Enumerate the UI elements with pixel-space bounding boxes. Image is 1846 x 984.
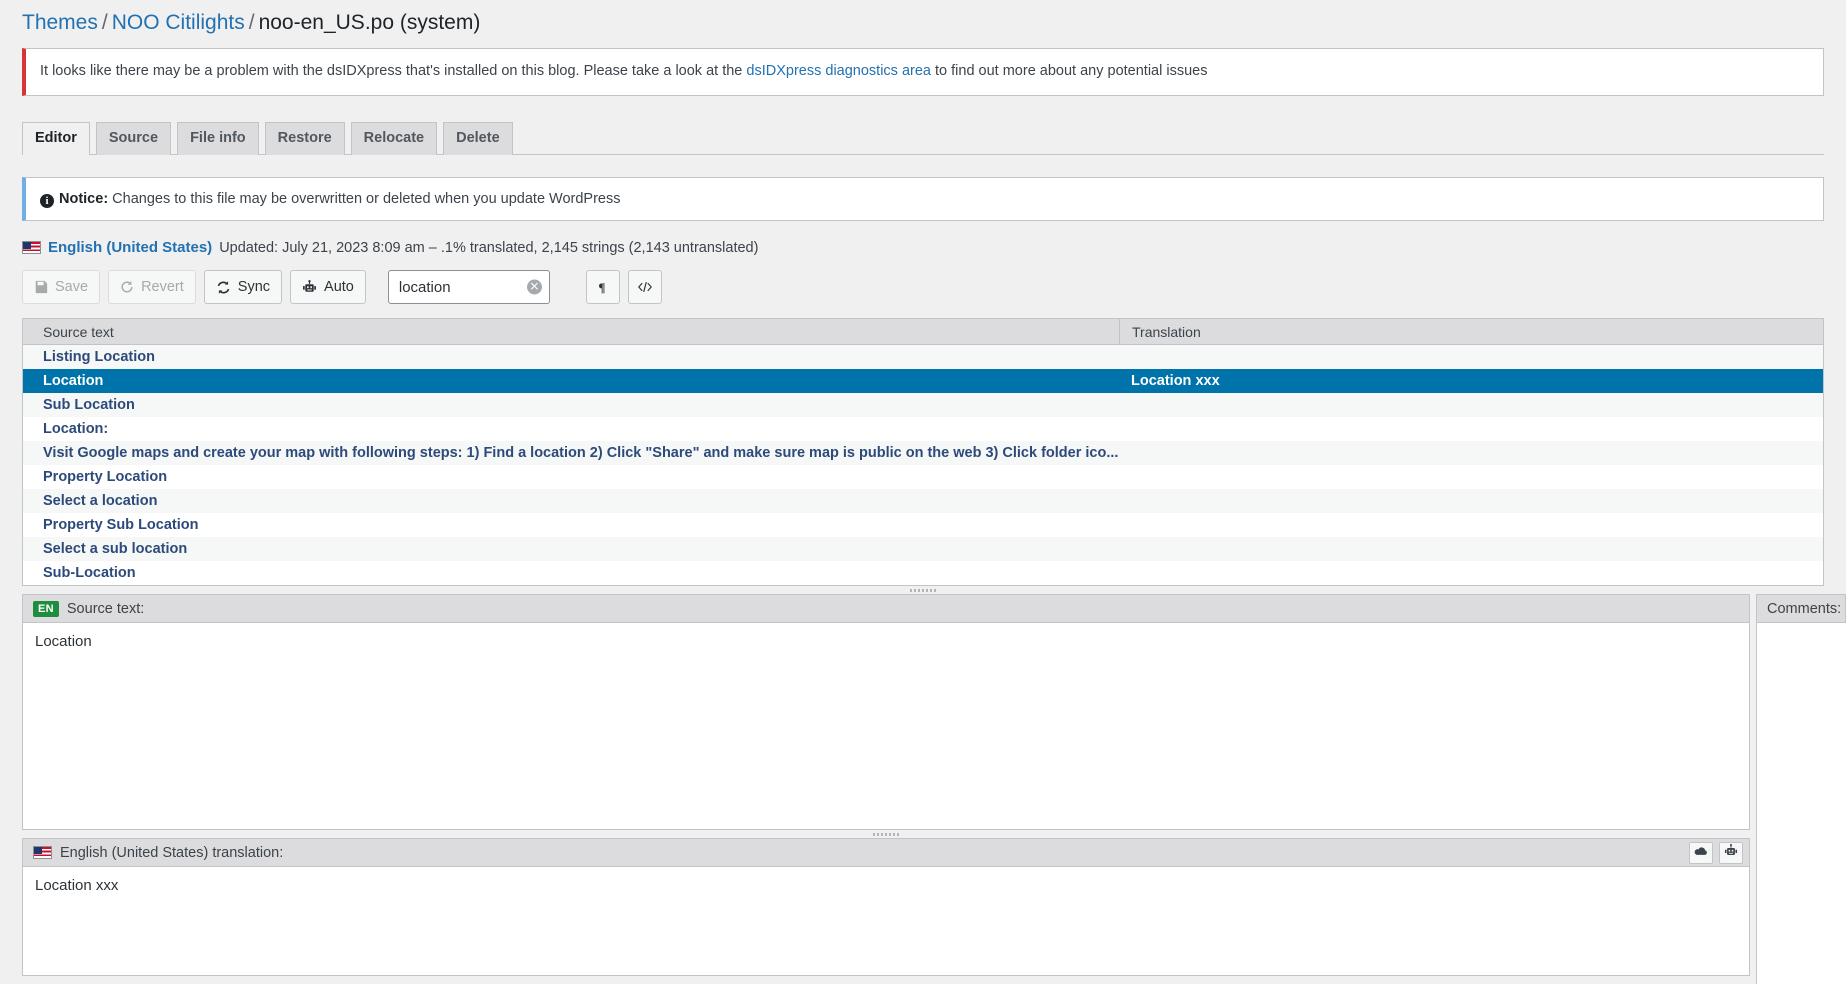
sync-button[interactable]: Sync: [203, 270, 283, 305]
search-input[interactable]: [387, 270, 550, 305]
editor-panels: EN Source text: Location English (United…: [22, 594, 1846, 984]
row-source-text: Visit Google maps and create your map wi…: [43, 445, 1119, 462]
source-translation-splitter[interactable]: [22, 830, 1750, 839]
pilcrow-icon: ¶: [596, 280, 610, 295]
strings-table: Source text Translation Listing Location…: [22, 318, 1824, 587]
tab-delete[interactable]: Delete: [443, 122, 513, 155]
table-row[interactable]: Location:: [23, 417, 1823, 442]
tab-bar: Editor Source File info Restore Relocate…: [22, 122, 1824, 155]
us-flag-icon: [22, 241, 41, 255]
source-language-badge: EN: [33, 600, 59, 617]
row-source-text: Property Sub Location: [43, 517, 199, 534]
table-row[interactable]: Property Location: [23, 465, 1823, 490]
tab-source[interactable]: Source: [95, 122, 172, 155]
robot-icon: [302, 279, 317, 295]
breadcrumb-link-themes[interactable]: Themes: [22, 11, 98, 34]
table-row[interactable]: Select a location: [23, 489, 1823, 514]
splitter-grip: [910, 588, 936, 592]
source-text-area[interactable]: Location: [22, 622, 1750, 831]
auto-translate-button[interactable]: Auto: [290, 270, 366, 305]
view-code-button[interactable]: [627, 270, 662, 305]
table-row[interactable]: Sub Location: [23, 393, 1823, 418]
row-translation-text: Location xxx: [1131, 373, 1220, 390]
breadcrumb: Themes / NOO Citilights / noo-en_US.po (syst…: [0, 0, 1846, 48]
breadcrumb-separator-2: /: [248, 11, 255, 34]
translation-panel-header: English (United States) translation:: [22, 838, 1750, 867]
breadcrumb-current-file: noo-en_US.po (system): [258, 11, 481, 34]
editor-left-column: EN Source text: Location English (United…: [22, 594, 1750, 984]
revert-button[interactable]: Revert: [108, 270, 196, 305]
cloud-icon: [1694, 845, 1708, 861]
tab-file-info[interactable]: File info: [177, 122, 259, 155]
table-body: Listing Location Location Location xxx S…: [23, 345, 1823, 586]
tab-relocate[interactable]: Relocate: [350, 122, 438, 155]
comments-column: Comments:: [1750, 594, 1846, 984]
row-source-text: Sub Location: [43, 397, 135, 414]
auto-translate-row-button[interactable]: [1719, 841, 1743, 864]
table-row[interactable]: Visit Google maps and create your map wi…: [23, 441, 1823, 466]
table-row[interactable]: Listing Location: [23, 345, 1823, 370]
show-invisibles-button[interactable]: ¶: [585, 270, 620, 305]
row-source-text: Select a location: [43, 493, 158, 510]
source-panel-header: EN Source text:: [22, 594, 1750, 623]
table-row[interactable]: Property Sub Location: [23, 513, 1823, 538]
row-source-text: Listing Location: [43, 349, 155, 366]
language-name-link[interactable]: English (United States): [48, 239, 212, 256]
robot-icon: [1724, 843, 1738, 862]
sync-label: Sync: [237, 279, 271, 296]
search-field-wrapper: ✕: [387, 270, 550, 305]
table-header-row: Source text Translation: [23, 318, 1823, 346]
save-button[interactable]: Save: [22, 270, 101, 305]
us-flag-icon: [33, 846, 52, 860]
tab-restore[interactable]: Restore: [264, 122, 345, 155]
update-notice: i Notice: Changes to this file may be ove…: [22, 177, 1824, 222]
column-header-source[interactable]: Source text: [23, 324, 1119, 340]
breadcrumb-separator-1: /: [101, 11, 108, 34]
error-notice-text-before: It looks like there may be a problem wit…: [40, 63, 747, 80]
language-status-line: English (United States) Updated: July 21…: [22, 239, 1824, 256]
error-notice-text-after: to find out more about any potential iss…: [930, 63, 1208, 80]
translation-panel-title: English (United States) translation:: [60, 844, 284, 861]
breadcrumb-link-theme-name[interactable]: NOO Citilights: [112, 11, 245, 34]
clear-circle-icon[interactable]: ✕: [526, 279, 542, 295]
splitter-grip: [873, 832, 899, 836]
cloud-translate-button[interactable]: [1689, 841, 1713, 864]
comments-text-area[interactable]: [1756, 622, 1846, 984]
row-source-text: Sub-Location: [43, 565, 136, 582]
language-status-text: Updated: July 21, 2023 8:09 am – .1% tra…: [219, 239, 759, 256]
dsidxpress-diagnostics-link[interactable]: dsIDXpress diagnostics area: [746, 63, 931, 79]
auto-label: Auto: [324, 279, 354, 296]
table-row[interactable]: Sub-Location: [23, 561, 1823, 586]
save-icon: [34, 280, 48, 294]
comments-panel-header: Comments:: [1756, 594, 1846, 623]
row-source-text: Location: [43, 373, 104, 390]
svg-text:¶: ¶: [598, 280, 605, 295]
notice-label: Notice:: [59, 191, 109, 207]
comments-title: Comments:: [1767, 600, 1842, 617]
notice-text: Changes to this file may be overwritten …: [108, 191, 621, 207]
source-panel-title: Source text:: [66, 600, 145, 617]
table-row[interactable]: Location Location xxx: [23, 369, 1823, 394]
save-label: Save: [55, 279, 89, 296]
sync-icon: [216, 280, 231, 295]
revert-icon: [120, 280, 134, 294]
row-source-text: Select a sub location: [43, 541, 188, 558]
editor-toolbar: Save Revert Sync Auto location ✕ ¶: [22, 270, 1824, 305]
revert-label: Revert: [141, 279, 184, 296]
table-editor-splitter[interactable]: [0, 586, 1846, 595]
code-icon: [637, 280, 653, 294]
error-notice: It looks like there may be a problem wit…: [22, 48, 1824, 96]
info-icon: i: [40, 194, 54, 208]
table-row[interactable]: Select a sub location: [23, 537, 1823, 562]
row-source-text: Location:: [43, 421, 109, 438]
translation-text-area[interactable]: Location xxx: [22, 866, 1750, 977]
column-header-translation[interactable]: Translation: [1119, 318, 1823, 345]
tab-editor[interactable]: Editor: [22, 122, 90, 155]
row-source-text: Property Location: [43, 469, 168, 486]
